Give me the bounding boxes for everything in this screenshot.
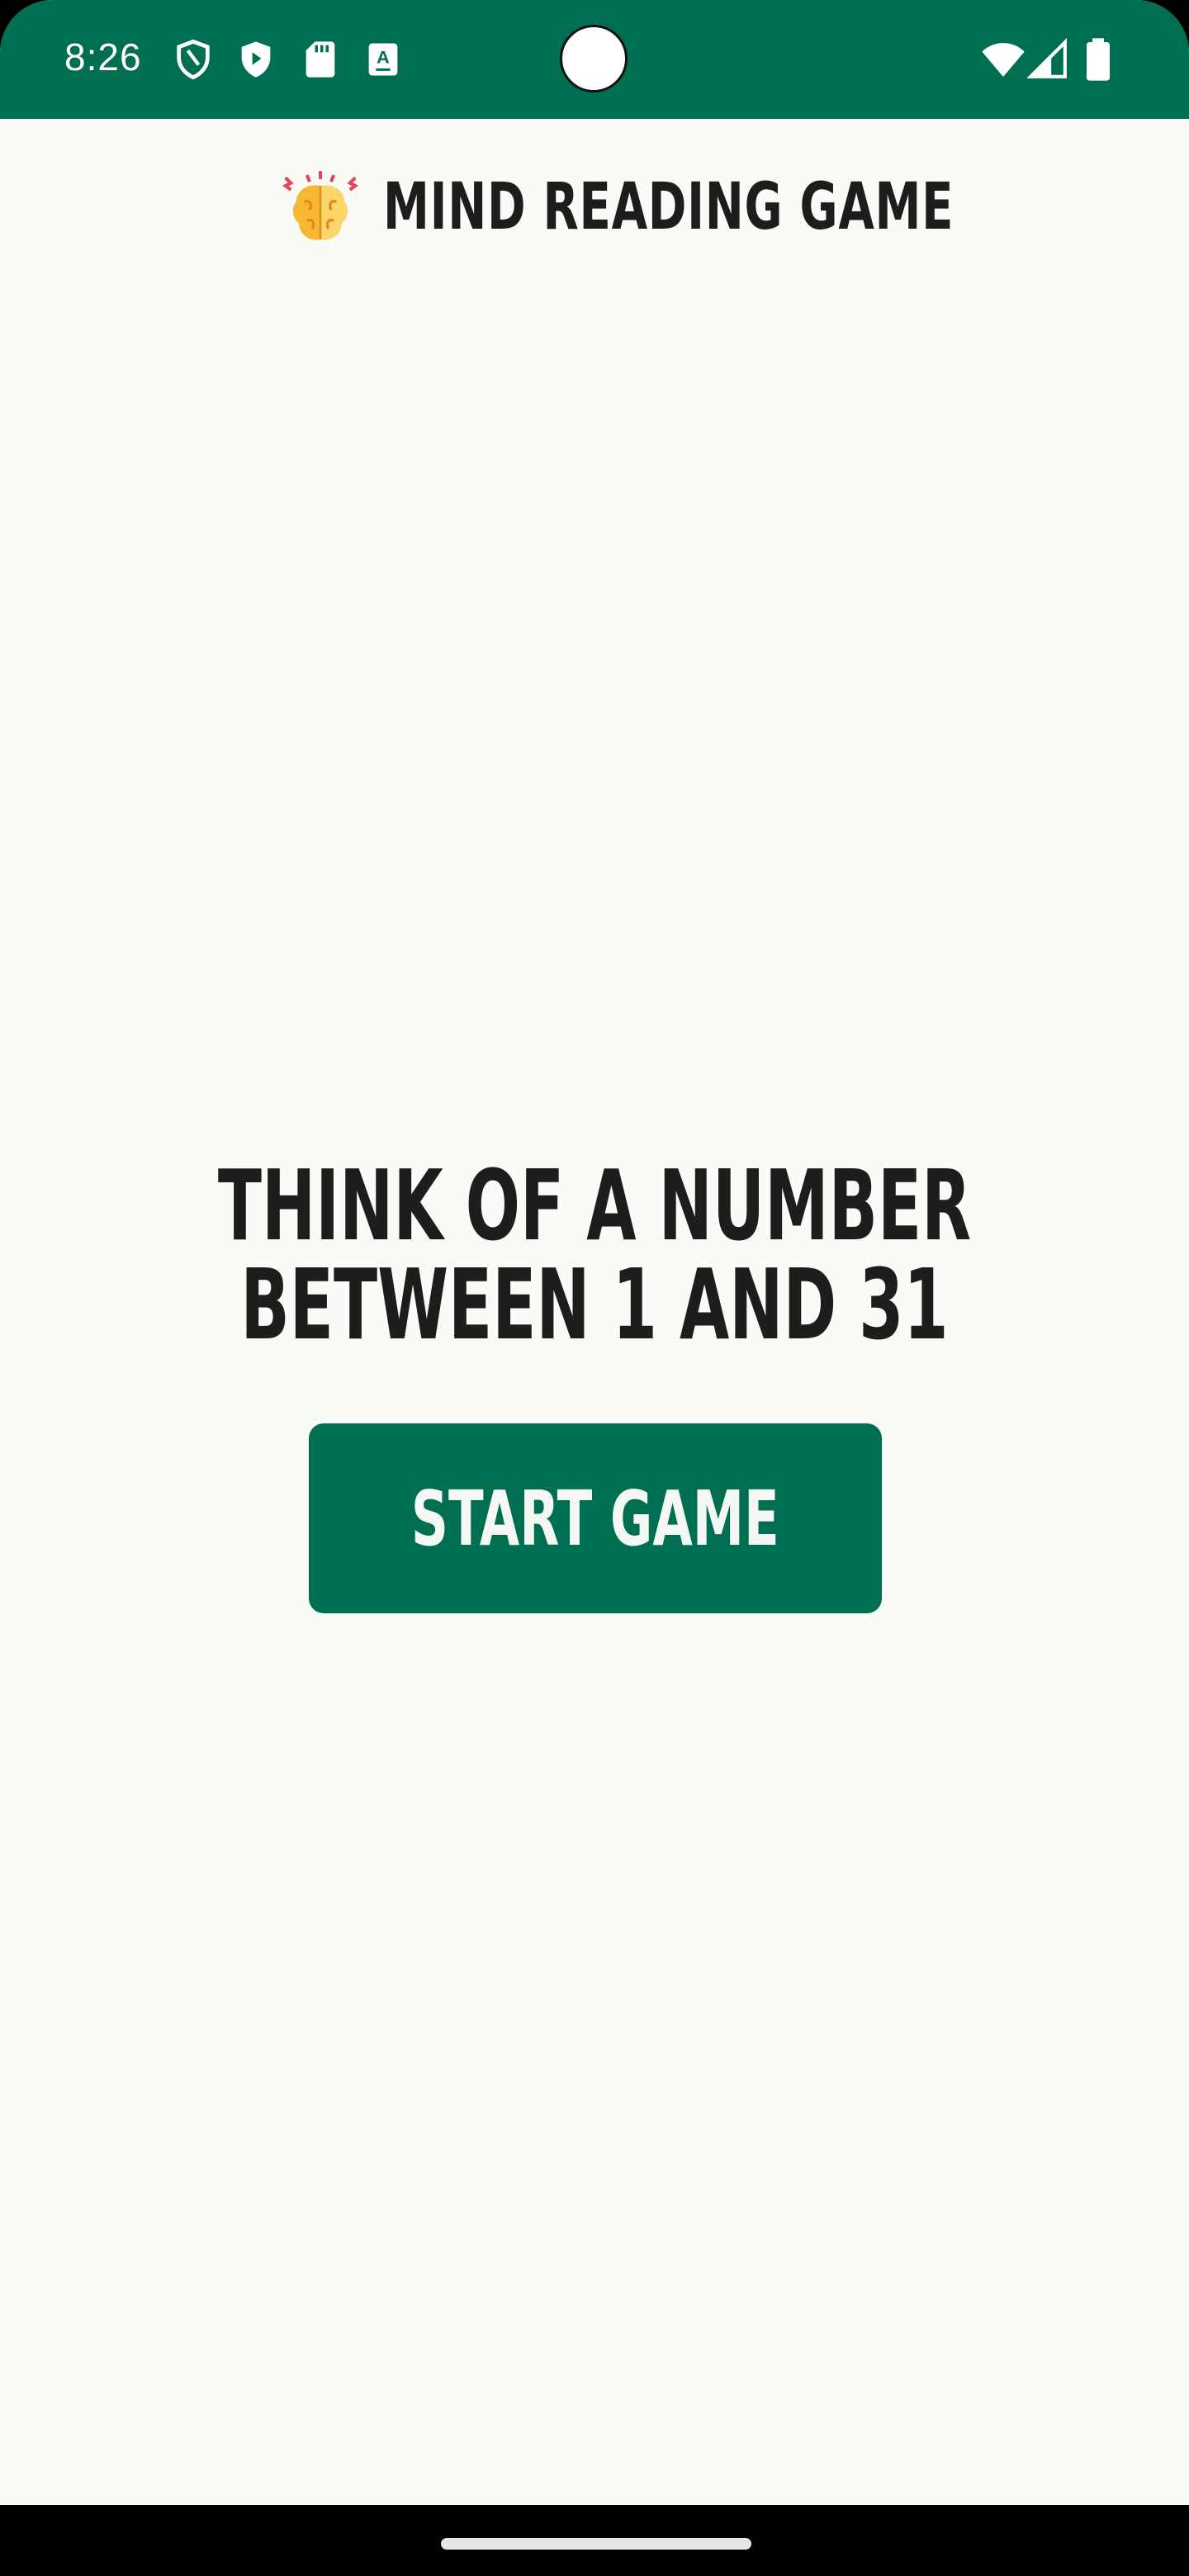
instruction-line-1: THINK OF A NUMBER <box>217 1148 972 1262</box>
start-game-button[interactable]: START GAME <box>309 1423 882 1613</box>
app-header: MIND READING GAME <box>0 162 1189 253</box>
shield-play-icon <box>241 41 271 78</box>
brain-icon <box>282 171 359 240</box>
sd-card-icon <box>306 41 335 78</box>
app-title: MIND READING GAME <box>383 170 955 244</box>
cellular-signal-icon <box>1027 38 1067 78</box>
battery-icon <box>1087 38 1110 81</box>
shield-outline-icon <box>177 39 210 80</box>
instruction-text: THINK OF A NUMBER BETWEEN 1 AND 31 <box>0 1156 1189 1354</box>
wifi-icon <box>982 43 1025 77</box>
instruction-line-2: BETWEEN 1 AND 31 <box>240 1248 949 1361</box>
navigation-bar <box>0 2505 1189 2576</box>
app-screen: 8:26 A MIND READING GAME THINK OF A NUMB… <box>0 0 1189 2576</box>
status-bar: 8:26 A <box>0 0 1189 119</box>
camera-cutout <box>560 25 628 92</box>
keyboard-a-icon: A <box>368 43 398 76</box>
svg-text:A: A <box>377 46 390 67</box>
start-game-label: START GAME <box>411 1474 779 1563</box>
status-time: 8:26 <box>64 36 142 78</box>
home-gesture-handle[interactable] <box>441 2538 751 2550</box>
